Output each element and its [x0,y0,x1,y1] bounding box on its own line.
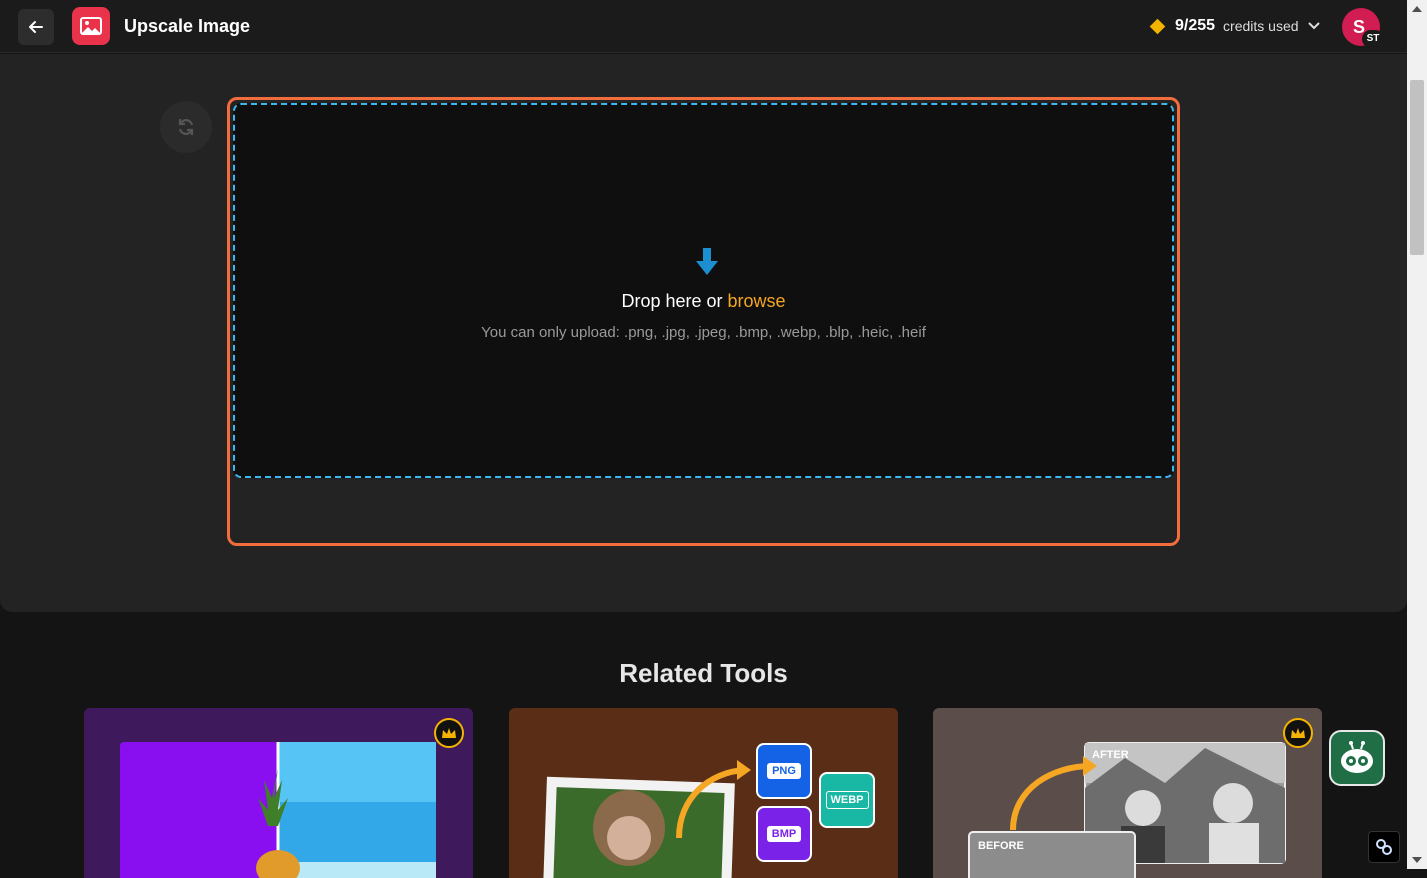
before-label: BEFORE [978,840,1024,852]
scroll-down-arrow[interactable] [1412,857,1422,863]
tool-card-3[interactable]: AFTER BEFORE [933,708,1322,878]
user-avatar[interactable]: S ST [1342,8,1384,48]
credits-label: credits used [1223,18,1299,34]
related-tools-title: Related Tools [619,658,788,688]
top-bar: Upscale Image 9/255 credits used S ST [0,0,1407,53]
png-badge: PNG [756,743,812,799]
chevron-down-icon [1307,22,1320,30]
link-button[interactable] [1368,831,1400,863]
download-arrow-icon [696,248,718,275]
upload-frame: Drop here or browse You can only upload:… [227,97,1180,546]
before-after-preview [968,742,1286,878]
robot-icon [1341,741,1373,773]
credits-value: 9/255 [1175,17,1216,34]
back-button[interactable] [18,9,54,45]
scroll-up-arrow[interactable] [1412,6,1422,12]
assistant-bot-button[interactable] [1329,730,1385,786]
credits-diamond-icon [1149,18,1166,34]
avatar-badge: ST [1362,30,1384,48]
link-icon [1376,839,1392,855]
pineapple-preview-image [120,742,436,878]
crown-icon [434,718,464,748]
page-title: Upscale Image [124,16,251,36]
bmp-badge: BMP [756,806,812,862]
refresh-button[interactable] [160,101,212,153]
tool-card-2[interactable]: PNG WEBP BMP [509,708,898,878]
page-scrollbar[interactable] [1407,0,1427,869]
scroll-thumb[interactable] [1410,80,1424,255]
refresh-icon [178,119,194,135]
drop-zone[interactable]: Drop here or browse You can only upload:… [233,103,1174,478]
browse-link[interactable]: browse [728,291,786,311]
tool-card-1[interactable] [84,708,473,878]
after-label: AFTER [1092,749,1129,761]
credits-dropdown[interactable]: 9/255 credits used [1149,17,1321,35]
drop-text: Drop here or browse [621,291,786,311]
crown-icon [1283,718,1313,748]
webp-badge: WEBP [819,772,875,828]
image-icon [72,7,110,45]
upload-hint: You can only upload: .png, .jpg, .jpeg, … [481,324,926,341]
arrow-left-icon [29,21,43,33]
